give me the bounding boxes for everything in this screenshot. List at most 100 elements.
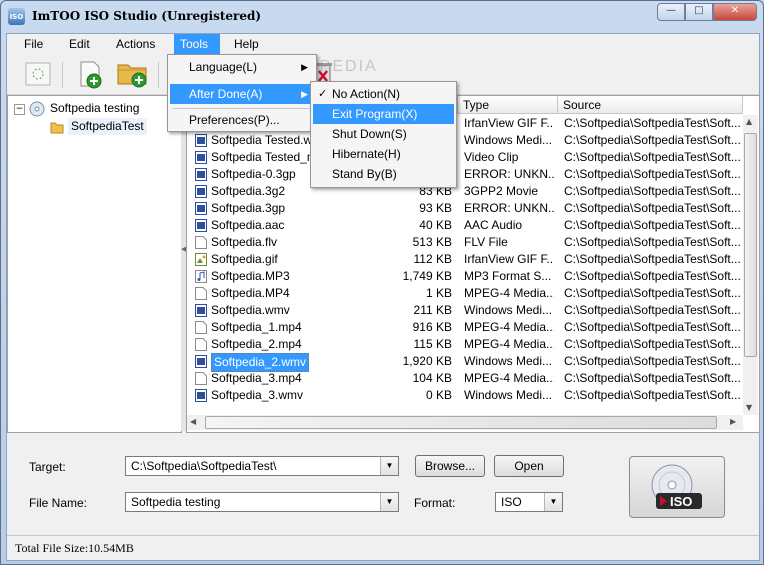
file-row[interactable]: Softpedia_1.mp4 916 KB MPEG-4 Media... C:\S… [187,319,742,336]
file-row[interactable]: Softpedia-0.3gp205 KBERROR: UNKN...C:\So… [187,166,742,183]
file-source: C:\Softpedia\SoftpediaTest\Soft... [564,116,740,130]
menu-item-no-action-label: No Action(N) [332,87,401,101]
caption-buttons: — □ ✕ [657,3,757,21]
file-row[interactable]: Softpedia.flv 513 KB FLV File C:\Softpedia\… [187,234,742,251]
menu-bar: File Edit Actions Tools Help [7,34,759,54]
vertical-scroll-thumb[interactable] [744,133,757,357]
menu-item-stand-by[interactable]: Stand By(B) [313,164,454,184]
format-select[interactable]: ISO ▼ [495,492,563,512]
file-row[interactable]: Softpedia_3.wmv 0 KB Windows Medi... C:\Sof… [187,387,742,404]
collapse-toggle[interactable]: − [14,104,25,115]
add-folder-button[interactable] [116,59,148,89]
disc-iso-icon: ISO [651,464,702,509]
horizontal-scroll-thumb[interactable] [205,416,717,429]
file-size: 104 KB [412,371,452,385]
file-type: Windows Medi... [464,133,553,147]
menu-item-no-action[interactable]: ✓ No Action(N) [313,84,454,104]
video-icon [195,219,207,232]
add-file-button[interactable] [74,59,106,89]
tree-child-label[interactable]: SoftpediaTest [68,118,147,135]
horizontal-scrollbar[interactable]: ◀ ▶ [187,415,743,430]
file-name: Softpedia_2.mp4 [211,337,302,351]
menu-item-after-done[interactable]: After Done(A) ▶ [170,84,314,104]
file-name: Softpedia.3gp [211,201,286,215]
video-icon [195,134,207,147]
column-header-source[interactable]: Source [558,96,743,114]
file-row[interactable]: Softpedia.MP4 1 KB MPEG-4 Media... C:\Softp… [187,285,742,302]
open-button[interactable]: Open [494,455,564,477]
new-disc-button[interactable] [22,59,54,89]
file-name: Softpedia Tested.wmv [211,133,310,147]
scroll-up-icon[interactable]: ▲ [746,117,752,126]
close-button[interactable]: ✕ [713,3,757,21]
submenu-arrow-icon: ▶ [301,89,308,99]
file-row[interactable]: Softpedia_2.wmv 1,920 KB Windows Medi... C:… [187,353,742,372]
vertical-scrollbar[interactable]: ▲ ▼ [743,115,758,415]
browse-button[interactable]: Browse... [415,455,485,477]
menu-item-shut-down[interactable]: Shut Down(S) [313,124,454,144]
file-row[interactable]: Softpedia Tested_m... Video Clip C:\Softpe… [187,149,742,166]
maximize-button[interactable]: □ [685,3,713,21]
menu-item-preferences[interactable]: Preferences(P)... [170,110,314,130]
file-row[interactable]: Softpedia.wmv 211 KB Windows Medi... C:\Sof… [187,302,742,319]
menu-tools[interactable]: Tools [174,34,220,54]
file-row[interactable]: Softpedia_3.mp4 104 KB MPEG-4 Media... C:\S… [187,370,742,387]
file-row[interactable]: Softpedia.3g2 83 KB 3GPP2 Movie C:\Softpedi… [187,183,742,200]
scroll-left-icon[interactable]: ◀ [190,417,196,426]
file-source: C:\Softpedia\SoftpediaTest\Soft... [564,133,740,147]
tools-menu: Language(L) ▶ After Done(A) ▶ Preference… [167,54,317,132]
file-type: Video Clip [464,150,519,164]
title-bar[interactable]: ISO ImTOO ISO Studio (Unregistered) — □ … [1,1,763,33]
file-type: 3GPP2 Movie [464,184,539,198]
menu-item-language[interactable]: Language(L) ▶ [170,57,314,77]
file-size: 40 KB [419,218,452,232]
scroll-right-icon[interactable]: ▶ [730,417,736,426]
file-size: 513 KB [412,235,452,249]
file-source: C:\Softpedia\SoftpediaTest\Soft... [564,150,740,164]
file-row[interactable]: Softpedia Tested.wmv Windows Medi... C:\So… [187,132,742,149]
submenu-arrow-icon: ▶ [301,62,308,72]
file-list[interactable]: Type Source Softpedia Test.gifIrfanView … [186,95,760,433]
filename-combo[interactable]: Softpedia testing ▼ [125,492,399,512]
tree-root-label[interactable]: Softpedia testing [50,100,139,117]
client-area: File Edit Actions Tools Help − Softpedia… [6,33,760,561]
image-icon [195,253,207,266]
file-row[interactable]: Softpedia.gif 112 KB IrfanView GIF F... C:\… [187,251,742,268]
chevron-down-icon[interactable]: ▼ [544,493,562,511]
menu-file[interactable]: File [18,34,49,54]
video-icon [195,202,207,215]
menu-help[interactable]: Help [228,34,265,54]
file-row[interactable]: Softpedia.3gp 93 KB ERROR: UNKN... C:\Softp… [187,200,742,217]
menu-actions[interactable]: Actions [110,34,161,54]
add-file-icon [80,61,102,89]
file-icon [195,287,207,300]
file-size: 916 KB [412,320,452,334]
chevron-down-icon[interactable]: ▼ [380,457,398,475]
file-source: C:\Softpedia\SoftpediaTest\Soft... [564,371,740,385]
menu-separator [172,108,312,109]
create-iso-button[interactable]: ISO [629,456,725,518]
status-bar: Total File Size:10.54MB [7,535,759,560]
minimize-button[interactable]: — [657,3,685,21]
file-icon [195,372,207,385]
file-row[interactable]: Softpedia.MP3 1,749 KB MP3 Format S... C:\S… [187,268,742,285]
total-file-size: Total File Size:10.54MB [15,541,134,555]
file-row[interactable]: Softpedia.aac 40 KB AAC Audio C:\Softpedia\… [187,217,742,234]
app-icon: ISO [8,8,25,25]
chevron-down-icon[interactable]: ▼ [380,493,398,511]
column-header-type[interactable]: Type [458,96,558,114]
file-type: Windows Medi... [464,303,553,317]
file-size: 211 KB [413,303,452,317]
file-source: C:\Softpedia\SoftpediaTest\Soft... [564,235,740,249]
folder-tree[interactable]: − Softpedia testing SoftpediaTest [7,95,182,433]
target-combo[interactable]: C:\Softpedia\SoftpediaTest\ ▼ [125,456,399,476]
menu-item-hibernate[interactable]: Hibernate(H) [313,144,454,164]
scroll-down-icon[interactable]: ▼ [746,403,752,412]
file-row[interactable]: Softpedia_2.mp4 115 KB MPEG-4 Media... C:\S… [187,336,742,353]
video-icon [195,304,207,317]
file-source: C:\Softpedia\SoftpediaTest\Soft... [564,184,740,198]
format-label: Format: [414,496,456,510]
menu-edit[interactable]: Edit [63,34,96,54]
menu-item-exit-program[interactable]: Exit Program(X) [313,104,454,124]
file-type: ERROR: UNKN... [464,167,554,181]
